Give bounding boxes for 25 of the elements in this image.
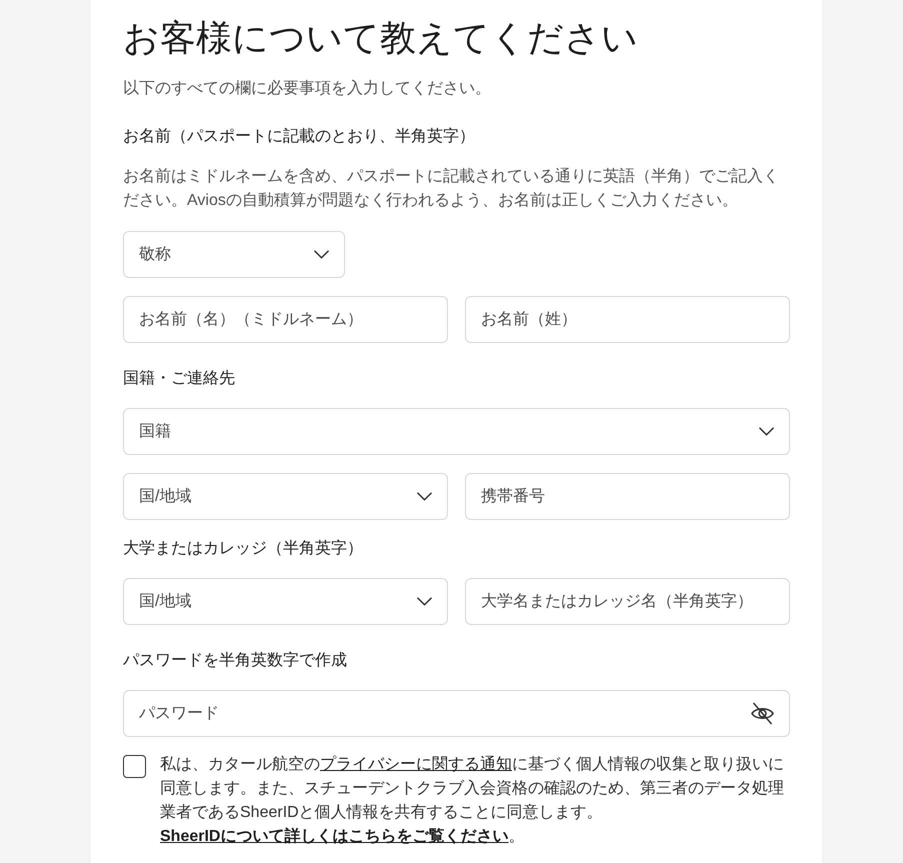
chevron-down-icon — [417, 492, 432, 501]
text-link[interactable]: SheerIDについて詳しくはこちらをご覧ください — [160, 828, 508, 845]
dropdown-field[interactable]: 国/地域 — [123, 473, 448, 520]
section-label: お名前（パスポートに記載のとおり、半角英字） — [123, 126, 476, 147]
chevron-down-icon — [314, 250, 329, 259]
text-field[interactable]: お名前（姓） — [465, 296, 790, 343]
page-heading: お客様について教えてください — [123, 16, 639, 59]
section-note: お名前はミドルネームを含め、パスポートに記載されている通りに英語（半角）でご記入ください。Aviosの自動積算が問題なく行われるよう、お名前は正しくご入力ください。 — [123, 166, 780, 211]
instruction-text: 以下のすべての欄に必要事項を入力してください。 — [123, 78, 492, 99]
checkbox[interactable] — [123, 755, 146, 778]
consent-text: 私は、カタール航空のプライバシーに関する通知に基づく個人情報の収集と取り扱いに同意します。また、スチューデントクラブ入会資格の確認のため、第三者のデータ処理業者であるSheerIDと個人情報を共有することに同意します。 SheerIDについて詳しくはこちらをご覧ください。 — [160, 754, 785, 847]
text-link[interactable]: プライバシーに関する通知 — [320, 756, 512, 773]
section-label: パスワードを半角英数字で作成 — [123, 650, 348, 671]
dropdown-field[interactable]: 敬称 — [123, 231, 345, 278]
password-field[interactable]: パスワード — [123, 690, 790, 737]
chevron-down-icon — [759, 427, 774, 436]
text-field[interactable]: 携帯番号 — [465, 473, 790, 520]
section-label: 国籍・ご連絡先 — [123, 368, 236, 389]
eye-slash-icon[interactable] — [750, 702, 775, 725]
chevron-down-icon — [417, 597, 432, 606]
dropdown-field[interactable]: 国/地域 — [123, 578, 448, 625]
section-label: 大学またはカレッジ（半角英字） — [123, 538, 364, 559]
text-field[interactable]: お名前（名）（ミドルネーム） — [123, 296, 448, 343]
dropdown-field[interactable]: 国籍 — [123, 408, 790, 455]
text-field[interactable]: 大学名またはカレッジ名（半角英字） — [465, 578, 790, 625]
